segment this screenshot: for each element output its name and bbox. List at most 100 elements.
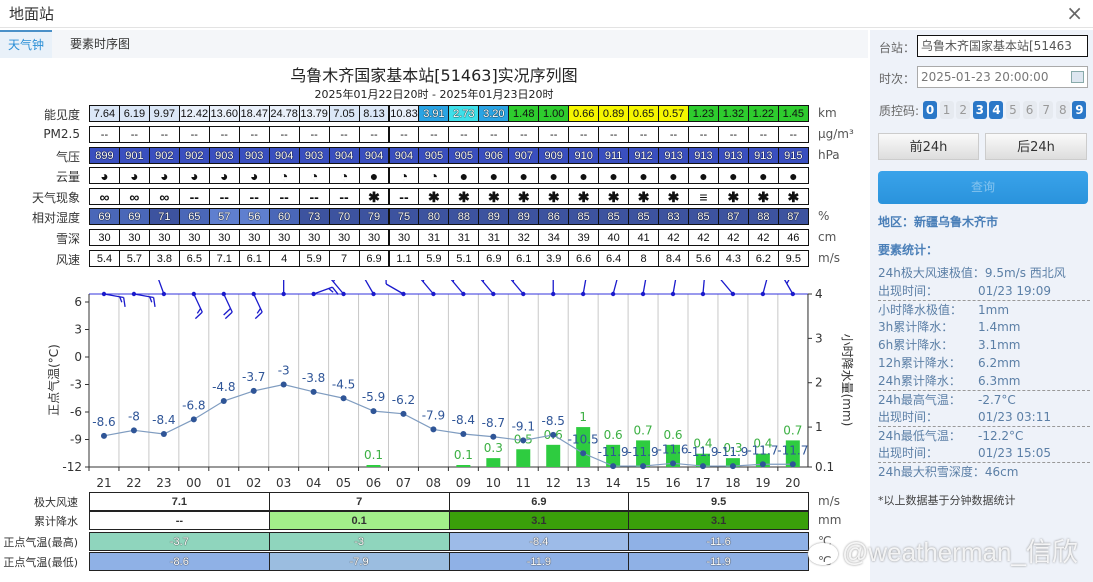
cell: 32: [508, 229, 540, 246]
temperature-label: -8: [128, 409, 140, 423]
row-label: 云量: [55, 170, 80, 184]
cell: 65: [178, 208, 210, 225]
summary-cell: -11.9: [628, 552, 809, 571]
cell: --: [598, 126, 630, 143]
temperature-label: -8.5: [542, 414, 565, 428]
qc-code-toggle[interactable]: 7: [1039, 101, 1054, 119]
cell: 899: [89, 147, 120, 164]
y-tick-label: -12: [62, 460, 82, 474]
temperature-point: [400, 410, 407, 417]
cell: ◔: [418, 167, 450, 184]
wind-barb-feather: [194, 311, 203, 320]
cell: 0.66: [568, 105, 600, 122]
cell: 6.2: [747, 250, 779, 267]
cell: ◔: [268, 167, 300, 184]
wind-barb-staff: [510, 280, 524, 295]
prev-24h-button[interactable]: 前24h: [878, 133, 979, 160]
x-tick-label: 17: [695, 476, 710, 490]
temperature-point: [430, 426, 437, 433]
summary-cell: -11.9: [448, 552, 630, 571]
x-tick-label: 18: [725, 476, 740, 490]
tab-bar: 天气钟 要素时序图: [0, 30, 868, 58]
cell: 2.73: [448, 105, 480, 122]
qc-code-toggle[interactable]: 5: [1006, 101, 1020, 119]
qc-code-toggle[interactable]: 6: [1022, 101, 1037, 119]
watermark-text: @weatherman_信欣: [842, 537, 1078, 567]
x-tick-label: 12: [546, 476, 561, 490]
cell: 904: [328, 147, 360, 164]
temperature-label: -11.7: [747, 443, 778, 457]
cell: ✱: [747, 188, 779, 205]
cell: --: [747, 126, 779, 143]
wind-barb-icon: [221, 291, 233, 320]
temperature-point: [100, 432, 107, 439]
temperature-point: [340, 395, 347, 402]
time-label: 时次：: [879, 72, 916, 86]
qc-code-toggle[interactable]: 1: [939, 101, 954, 119]
row-unit: m/s: [818, 251, 840, 265]
stat-row: 6h累计降水： 3.1mm: [878, 336, 1090, 354]
station-input[interactable]: 乌鲁木齐国家基本站[51463: [917, 35, 1088, 57]
wind-barb-staff: [364, 280, 375, 295]
cell: 75: [388, 208, 420, 225]
temperature-label: -4.5: [332, 377, 355, 391]
qc-code-toggle[interactable]: 9: [1072, 101, 1087, 119]
cell: 89: [478, 208, 510, 225]
x-tick-label: 23: [156, 476, 171, 490]
stat-row: 24h最低气温： -12.2°C: [878, 426, 1090, 444]
qc-code-toggle[interactable]: 3: [972, 101, 987, 119]
cell: ●: [658, 167, 689, 184]
cell: 40: [598, 229, 630, 246]
cell: ●: [628, 167, 660, 184]
y-tick-label: -3: [70, 378, 82, 392]
summary-cell: 6.9: [448, 492, 630, 511]
next-24h-button[interactable]: 后24h: [985, 133, 1087, 160]
cell: ●: [688, 167, 719, 184]
cell: 7.05: [328, 105, 360, 122]
temperature-point: [490, 433, 497, 440]
cell: 31: [418, 229, 450, 246]
cell: ●: [478, 167, 510, 184]
qc-code-toggle[interactable]: 2: [956, 101, 971, 119]
wind-barb-feather: [512, 280, 515, 282]
qc-code-toggle[interactable]: 8: [1055, 101, 1070, 119]
cell: ✱: [478, 188, 510, 205]
row-label: 能见度: [43, 108, 80, 122]
qc-code-toggle[interactable]: 4: [989, 101, 1004, 119]
cell: 85: [568, 208, 600, 225]
tab-weather-clock[interactable]: 天气钟: [0, 30, 53, 58]
temperature-point: [670, 460, 677, 467]
qc-code-toggle[interactable]: 0: [923, 101, 937, 119]
cell: 80: [418, 208, 450, 225]
tab-element-timeseries[interactable]: 要素时序图: [62, 30, 138, 58]
temperature-label: -11.9: [717, 445, 748, 459]
cell: 4: [268, 250, 300, 267]
cell: ●: [598, 167, 630, 184]
temperature-point: [789, 461, 796, 468]
y2-tick-label: 1: [815, 420, 823, 434]
cell: --: [658, 126, 689, 143]
cell: 913: [747, 147, 779, 164]
calendar-icon[interactable]: [1071, 71, 1084, 83]
summary-row-label: 极大风速: [34, 496, 78, 509]
cell: --: [388, 126, 420, 143]
cell: 30: [388, 229, 420, 246]
close-icon[interactable]: ×: [1066, 1, 1083, 25]
wind-barb-feather: [452, 280, 455, 282]
temperature-label: -11.7: [777, 443, 808, 457]
summary-cell: 9.5: [628, 492, 809, 511]
stat-key: 6h累计降水：: [878, 338, 954, 352]
cell: 8.13: [358, 105, 390, 122]
stat-row: 3h累计降水： 1.4mm: [878, 318, 1090, 336]
temperature-point: [550, 431, 557, 438]
cell: 903: [298, 147, 330, 164]
row-unit: %: [818, 209, 830, 223]
wind-barb-staff: [672, 280, 677, 295]
time-input[interactable]: 2025-01-23 20:00:00: [917, 66, 1088, 88]
cell: ✱: [628, 188, 660, 205]
temperature-point: [220, 398, 227, 404]
cell: 30: [208, 229, 240, 246]
cell: ✱: [538, 188, 570, 205]
query-button[interactable]: 查询: [878, 171, 1088, 204]
cell: 30: [178, 229, 210, 246]
